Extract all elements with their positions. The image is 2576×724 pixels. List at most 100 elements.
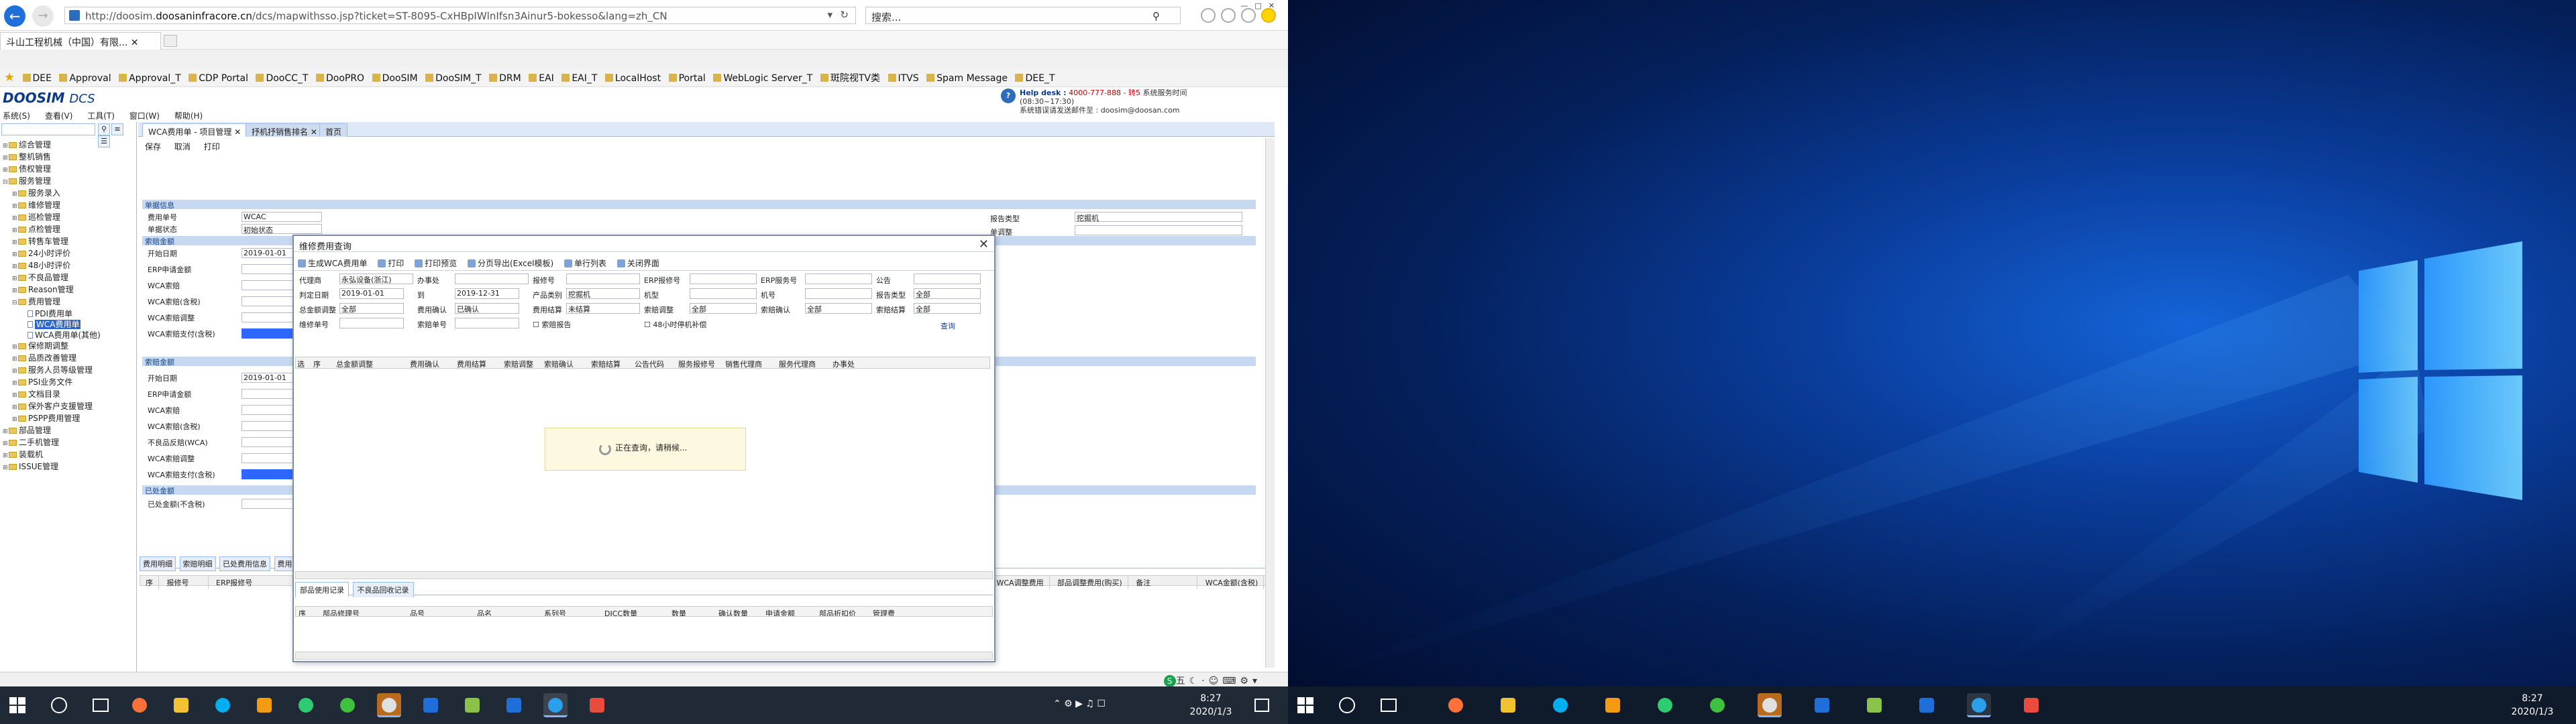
- help-icon[interactable]: ?: [1001, 88, 1016, 103]
- vertical-scrollbar[interactable]: [1265, 138, 1275, 668]
- dialog-hscroll[interactable]: [295, 571, 993, 579]
- subgrid-col-header[interactable]: 系列号: [544, 608, 566, 616]
- expand-toggle-icon[interactable]: ⊞: [12, 189, 18, 200]
- java-icon[interactable]: [2019, 693, 2043, 717]
- fav-item[interactable]: DEE_T: [1012, 69, 1057, 84]
- tree-node[interactable]: PDI费用单: [3, 308, 101, 319]
- close-view-button[interactable]: 关闭界面: [617, 257, 659, 269]
- subgrid-col-header[interactable]: 申请金额: [765, 608, 795, 616]
- query-button[interactable]: 查询: [941, 320, 955, 331]
- chrome-icon[interactable]: [377, 693, 401, 717]
- chrome-icon[interactable]: [1758, 693, 1782, 717]
- menu-tools[interactable]: 工具(T): [87, 111, 115, 121]
- col-header[interactable]: 序: [140, 576, 159, 589]
- print-button[interactable]: 打印: [204, 141, 220, 152]
- notepad-icon[interactable]: [1862, 693, 1886, 717]
- expand-toggle-icon[interactable]: ⊞: [12, 286, 18, 296]
- search-circle-icon[interactable]: [51, 697, 67, 713]
- single-list-button[interactable]: 单行列表: [564, 257, 606, 269]
- claim-confirm-select[interactable]: 全部: [805, 303, 872, 314]
- fav-item[interactable]: Portal: [666, 69, 708, 84]
- subgrid-col-header[interactable]: 确认数量: [718, 608, 748, 616]
- home-icon[interactable]: [1201, 8, 1216, 23]
- notepad-icon[interactable]: [460, 693, 484, 717]
- wechat-icon[interactable]: [335, 693, 360, 717]
- tree-node[interactable]: WCA费用单: [3, 319, 101, 330]
- expand-toggle-icon[interactable]: ⊞: [12, 354, 18, 365]
- grid-col-header[interactable]: 索赔调整: [504, 359, 533, 368]
- grid-col-header[interactable]: 序: [313, 359, 321, 368]
- save-button[interactable]: 保存: [145, 141, 161, 152]
- expand-toggle-icon[interactable]: ⊟: [3, 177, 9, 188]
- tree-node[interactable]: ⊞ ISSUE管理: [3, 461, 101, 473]
- expand-toggle-icon[interactable]: ⊞: [12, 201, 18, 212]
- grid-col-header[interactable]: 索赔结算: [591, 359, 621, 368]
- tab-sales-rank[interactable]: 抒机抒销售排名 ✕: [246, 123, 323, 137]
- expand-toggle-icon[interactable]: ⊞: [12, 249, 18, 260]
- uipath-icon[interactable]: [419, 693, 443, 717]
- uipath-studio-icon[interactable]: [1915, 693, 1939, 717]
- tree-node[interactable]: ⊞ 保外客户支援管理: [3, 401, 101, 413]
- dialog-hscroll2[interactable]: [295, 652, 993, 660]
- adj-select[interactable]: [1075, 225, 1242, 235]
- tree-node[interactable]: ⊞ 整机销售: [3, 152, 101, 164]
- doc-status-field[interactable]: 初始状态: [241, 224, 322, 235]
- task-view-icon[interactable]: [93, 699, 109, 712]
- grid-col-header[interactable]: 服务报修号: [678, 359, 715, 368]
- repair-no-field[interactable]: [339, 318, 404, 328]
- claim-no-field[interactable]: [455, 318, 519, 328]
- fav-item[interactable]: DRM: [486, 69, 524, 84]
- windows-start-icon[interactable]: [1297, 697, 1313, 713]
- subgrid-col-header[interactable]: 品名: [477, 608, 492, 616]
- fee-confirm-select[interactable]: 已确认: [455, 303, 519, 314]
- search-icon[interactable]: ⚲: [98, 123, 110, 135]
- fav-item[interactable]: CDP Portal: [186, 69, 251, 84]
- tab-home[interactable]: 首页: [319, 123, 348, 137]
- tree-node[interactable]: ⊟ 服务管理: [3, 176, 101, 188]
- firefox-icon[interactable]: [127, 693, 152, 717]
- fav-item[interactable]: Approval_T: [116, 69, 184, 84]
- messenger-icon[interactable]: [294, 693, 318, 717]
- grid-col-header[interactable]: 销售代理商: [725, 359, 762, 368]
- subgrid-col-header[interactable]: 部品折扣价: [819, 608, 856, 616]
- tree-node[interactable]: ⊞ 二手机管理: [3, 437, 101, 449]
- settings-icon[interactable]: [1241, 8, 1256, 23]
- expand-toggle-icon[interactable]: ⊞: [12, 366, 18, 377]
- expand-toggle-icon[interactable]: ⊞: [3, 165, 9, 176]
- tree-node[interactable]: ⊞ 保修期调整: [3, 341, 101, 353]
- create-wca-button[interactable]: 生成WCA费用单: [298, 257, 367, 269]
- expand-toggle-icon[interactable]: ⊞: [12, 225, 18, 236]
- within48-checkbox[interactable]: ☐ 48小时停机补偿: [644, 319, 706, 330]
- clock[interactable]: 8:27 2020/1/3: [1187, 692, 1234, 719]
- grid-col-header[interactable]: 费用结算: [457, 359, 486, 368]
- subgrid-col-header[interactable]: 管理费: [873, 608, 895, 616]
- expand-toggle-icon[interactable]: ⊞: [12, 237, 18, 248]
- fav-item[interactable]: EAI_T: [559, 69, 600, 84]
- tree-node[interactable]: ⊞ 转售车管理: [3, 236, 101, 248]
- col-header[interactable]: 报修号: [162, 576, 209, 589]
- expand-toggle-icon[interactable]: ⊞: [3, 153, 9, 164]
- fav-item[interactable]: DooPRO: [313, 69, 367, 84]
- tab-parts-usage[interactable]: 部品使用记录: [295, 582, 349, 597]
- report-no-field[interactable]: [566, 274, 640, 284]
- tree-node[interactable]: ⊞ 48小时评价: [3, 260, 101, 272]
- tray-icons[interactable]: ⌃ ⚙ ▶ ♫ ☐: [1053, 699, 1106, 709]
- menu-window[interactable]: 窗口(W): [129, 111, 160, 121]
- fav-item[interactable]: WebLogic Server_T: [710, 69, 815, 84]
- subgrid-col-header[interactable]: DICC数量: [604, 608, 637, 616]
- window-controls[interactable]: —□✕: [1240, 1, 1281, 10]
- expand-toggle-icon[interactable]: ⊞: [12, 274, 18, 284]
- product-group-field[interactable]: 挖掘机: [566, 288, 640, 299]
- expand-toggle-icon[interactable]: ⊞: [3, 463, 9, 473]
- fav-item[interactable]: ITVS: [885, 69, 922, 84]
- tree-node[interactable]: WCA费用单(其他): [3, 330, 101, 341]
- claim-adj-select[interactable]: 全部: [690, 303, 757, 314]
- tree-node[interactable]: ⊞ 综合管理: [3, 139, 101, 152]
- outlook-icon[interactable]: [1601, 693, 1625, 717]
- uipath-studio-icon[interactable]: [502, 693, 526, 717]
- java-icon[interactable]: [585, 693, 609, 717]
- notification-icon[interactable]: [1254, 699, 1269, 712]
- ie-icon[interactable]: [1967, 693, 1991, 717]
- grid-col-header[interactable]: 办事处: [833, 359, 855, 368]
- forward-button[interactable]: →: [32, 5, 54, 27]
